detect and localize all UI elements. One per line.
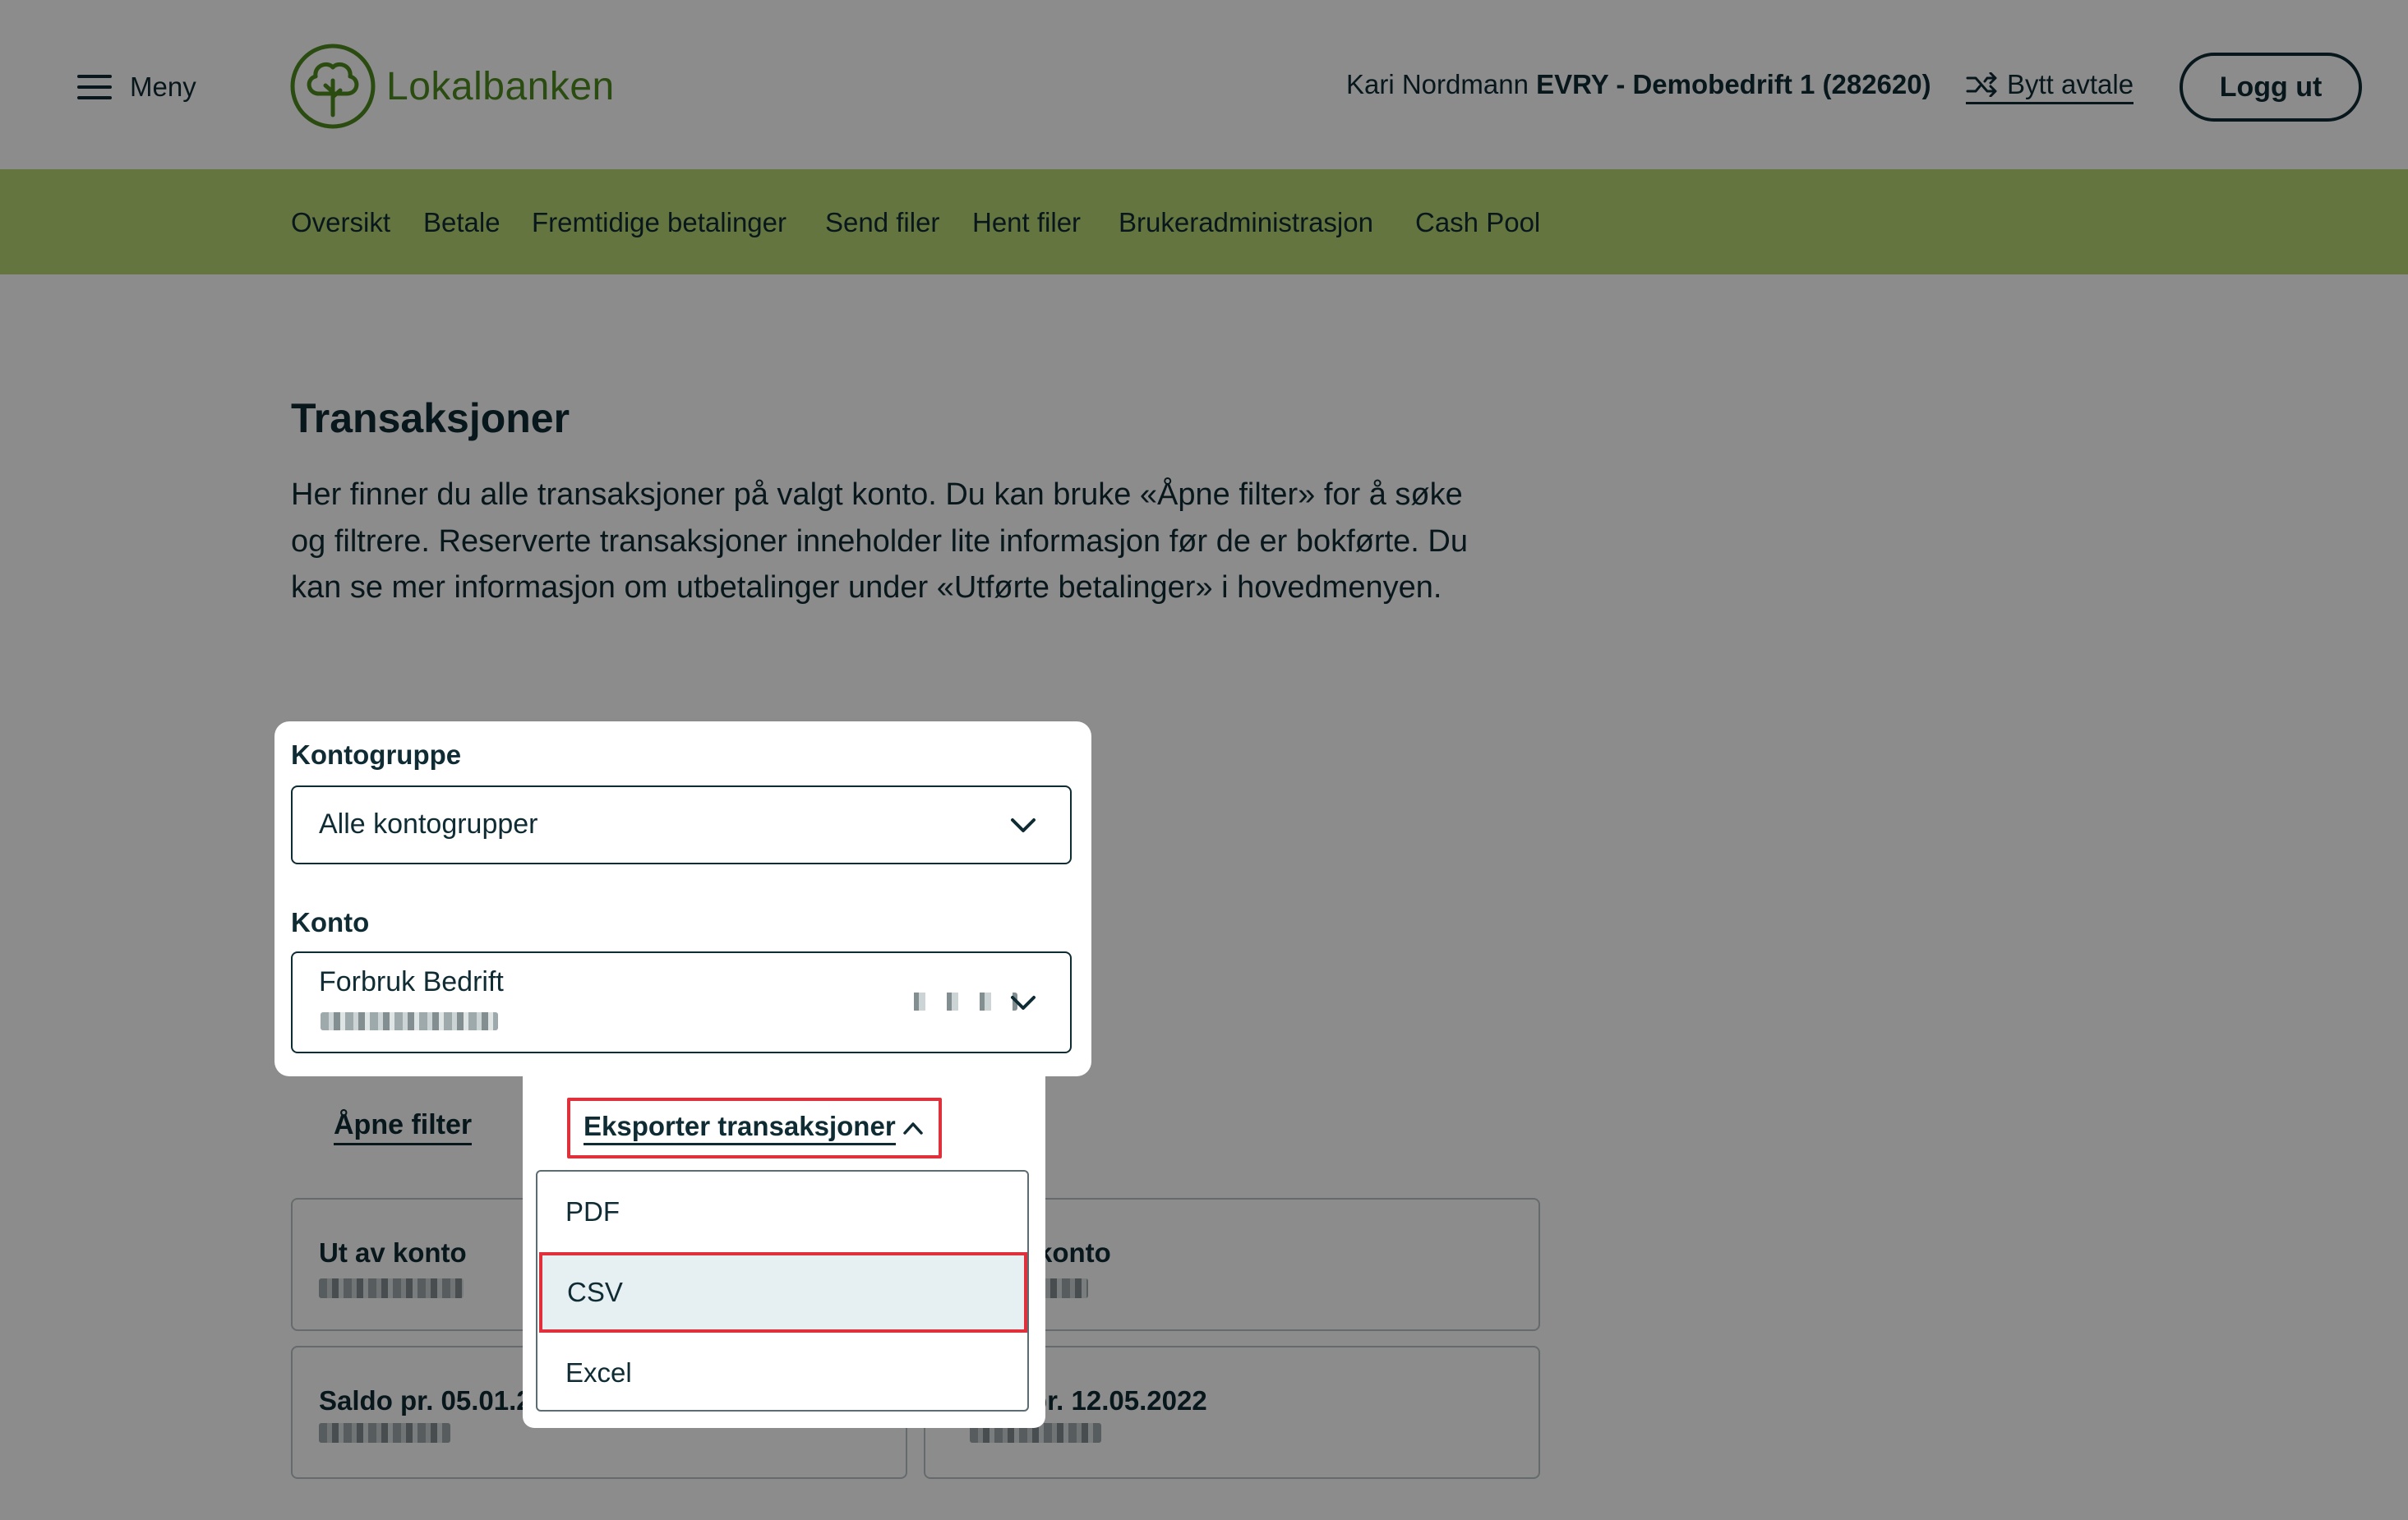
chevron-up-icon xyxy=(903,1122,923,1135)
export-label: Eksporter transaksjoner xyxy=(584,1111,896,1145)
export-format-menu: PDF CSV Excel xyxy=(536,1170,1029,1412)
account-group-select[interactable]: Alle kontogrupper xyxy=(291,785,1072,864)
account-select[interactable]: Forbruk Bedrift xyxy=(291,951,1072,1053)
export-option-label: PDF xyxy=(565,1196,620,1227)
account-group-value: Alle kontogrupper xyxy=(319,808,538,840)
export-transactions-button[interactable]: Eksporter transaksjoner xyxy=(567,1098,942,1158)
account-label: Konto xyxy=(291,907,370,937)
export-option-pdf[interactable]: PDF xyxy=(537,1172,1027,1252)
export-option-label: CSV xyxy=(567,1277,623,1307)
chevron-down-icon xyxy=(1011,996,1036,1010)
masked-balance xyxy=(902,993,1017,1011)
account-selector-panel: Kontogruppe Alle kontogrupper Konto Forb… xyxy=(274,721,1091,1076)
account-group-label: Kontogruppe xyxy=(291,739,462,770)
masked-account-number xyxy=(321,1012,498,1030)
chevron-down-icon xyxy=(1011,818,1036,832)
export-option-csv[interactable]: CSV xyxy=(539,1252,1027,1333)
export-option-label: Excel xyxy=(565,1357,632,1388)
account-name: Forbruk Bedrift xyxy=(319,966,504,997)
export-option-excel[interactable]: Excel xyxy=(537,1333,1027,1410)
